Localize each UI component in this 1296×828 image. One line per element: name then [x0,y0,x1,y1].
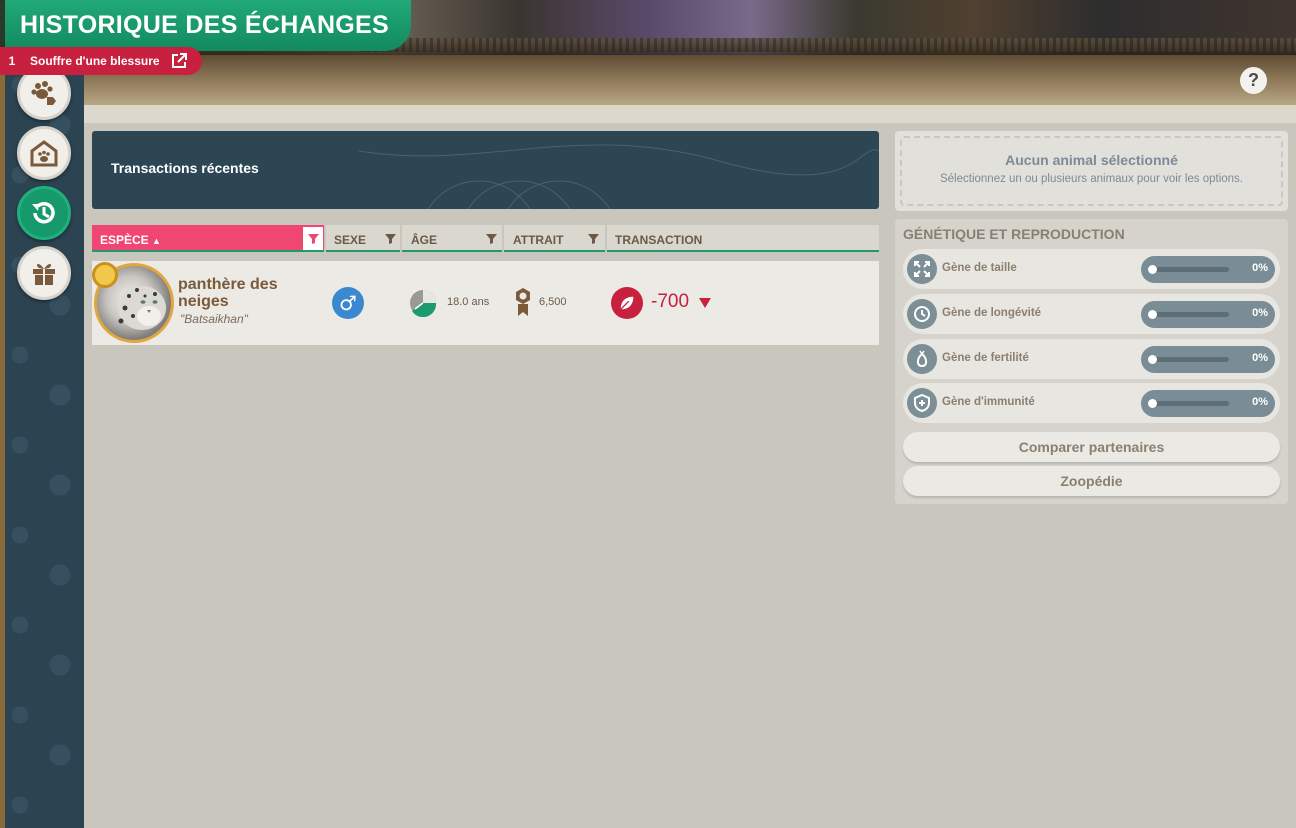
gene-value: 0% [1252,262,1268,274]
gene-marker [1148,310,1157,319]
external-link-icon [171,53,187,68]
zoopedia-button[interactable]: Zoopédie [903,466,1280,496]
decorative-pattern [359,144,879,209]
history-icon [32,201,55,224]
filter-species-button[interactable] [303,227,323,250]
age-pie-icon [410,290,437,317]
gene-track [1150,267,1229,272]
no-selection-title: Aucun animal sélectionné [1005,152,1178,168]
no-selection-subtitle: Sélectionnez un ou plusieurs animaux pou… [939,173,1243,185]
page-title-tag: HISTORIQUE DES ÉCHANGES [5,0,411,51]
help-button[interactable]: ? [1240,67,1267,94]
sort-asc-icon: ▲ [152,236,161,246]
gene-value: 0% [1252,396,1268,408]
transactions-panel-header: Transactions récentes [92,131,879,209]
species-name: panthère des neiges [178,276,278,310]
clock-icon [907,299,937,329]
expand-icon [907,254,937,284]
sidebar-item-history[interactable] [17,186,71,240]
panel-title: Transactions récentes [111,160,259,176]
column-label-age: ÂGE [411,233,438,247]
page-title: HISTORIQUE DES ÉCHANGES [20,11,389,39]
animal-nickname: "Batsaikhan" [180,312,248,326]
leaf-icon [620,296,634,310]
header-strip [84,105,1296,123]
sidebar-item-gifts[interactable] [17,246,71,300]
filter-icon [485,234,497,244]
compare-partners-button[interactable]: Comparer partenaires [903,432,1280,462]
gene-track [1150,401,1229,406]
arrow-down-icon [699,298,711,308]
fence-decoration [360,38,1296,52]
gift-icon [33,263,55,285]
filter-icon [384,234,396,244]
sidebar-edge [0,55,5,828]
filter-sex-button[interactable] [380,227,400,250]
injury-alert[interactable]: 1 Souffre d'une blessure [0,47,202,75]
column-label-sex: SEXE [334,233,367,247]
alert-text: Souffre d'une blessure [30,54,160,68]
gene-marker [1148,265,1157,274]
filter-icon [307,234,319,244]
gene-label: Gène de taille [942,262,1017,274]
appeal-icon [516,288,530,316]
alert-count: 1 [8,54,16,68]
medal-icon [92,262,118,288]
appeal-value: 6,500 [539,296,567,308]
filter-appeal-button[interactable] [583,227,603,250]
sidebar-item-habitats[interactable] [17,126,71,180]
conservation-credit-icon [611,287,643,319]
habitat-paw-icon [30,140,58,167]
gene-marker [1148,399,1157,408]
gene-value: 0% [1252,307,1268,319]
filter-age-button[interactable] [481,227,501,250]
fertility-icon [907,344,937,374]
gene-track [1150,312,1229,317]
column-label-species: ESPÈCE ▲ [100,233,161,247]
gene-label: Gène de fertilité [942,352,1029,364]
gene-value: 0% [1252,352,1268,364]
filter-icon [587,234,599,244]
selection-dashed-border [900,136,1283,206]
male-icon: ♂ [332,287,364,319]
transaction-value: -700 [651,291,690,312]
genetics-title: GÉNÉTIQUE ET REPRODUCTION [903,226,1125,242]
header-band [84,55,1296,105]
gene-label: Gène d'immunité [942,396,1035,408]
gene-track [1150,357,1229,362]
gene-label: Gène de longévité [942,307,1042,319]
column-label-transaction: TRANSACTION [615,233,703,247]
age-value: 18.0 ans [447,296,490,308]
column-label-appeal: ATTRAIT [513,233,564,247]
gene-marker [1148,355,1157,364]
paw-tag-icon [31,81,56,105]
shield-plus-icon [907,388,937,418]
